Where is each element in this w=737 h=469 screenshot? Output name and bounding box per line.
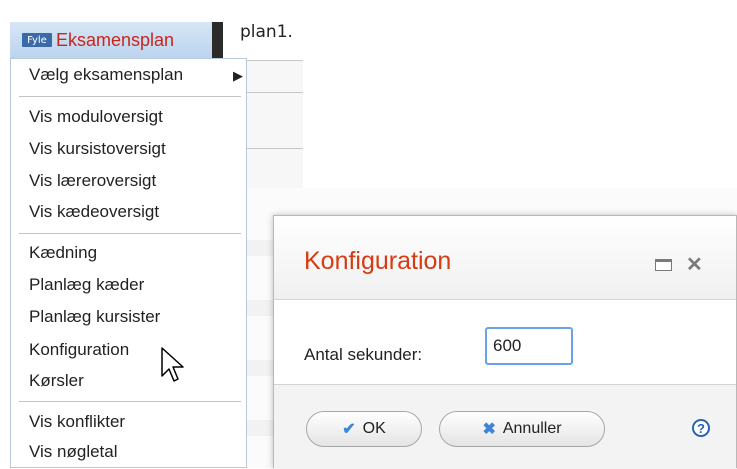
eksamensplan-dropdown-menu: Vælg eksamensplan ▶ Vis moduloversigt Vi…	[10, 58, 247, 468]
close-icon[interactable]: ✕	[686, 252, 703, 277]
submenu-arrow-icon: ▶	[233, 68, 243, 83]
menu-item-planlaeg-kursister[interactable]: Planlæg kursister	[29, 307, 160, 327]
menu-item-konfiguration[interactable]: Konfiguration	[29, 340, 129, 360]
konfiguration-dialog: Konfiguration ✕ Antal sekunder: ✔ OK ✖ A…	[273, 215, 737, 469]
cancel-button[interactable]: ✖ Annuller	[439, 411, 605, 447]
dialog-header: Konfiguration ✕	[274, 216, 736, 300]
eksamensplan-menu-button[interactable]: Fyle Eksamensplan	[10, 22, 223, 58]
menu-separator	[19, 401, 241, 402]
menu-button-edge	[212, 22, 223, 58]
menu-button-label: Eksamensplan	[56, 29, 175, 50]
dialog-footer: ✔ OK ✖ Annuller ?	[274, 384, 736, 469]
antal-sekunder-input[interactable]	[485, 327, 573, 365]
menu-separator	[19, 96, 241, 97]
menu-item-planlaeg-kaeder[interactable]: Planlæg kæder	[29, 275, 144, 295]
check-icon: ✔	[342, 421, 356, 438]
maximize-icon[interactable]	[655, 259, 672, 271]
app-icon: Fyle	[22, 33, 52, 47]
divider	[240, 60, 303, 61]
menu-item-vaelg-eksamensplan[interactable]: Vælg eksamensplan	[29, 65, 183, 85]
menu-item-vis-kaedeoversigt[interactable]: Vis kædeoversigt	[29, 202, 159, 222]
menu-item-vis-laereroversigt[interactable]: Vis læreroversigt	[29, 171, 156, 191]
cancel-button-label: Annuller	[502, 420, 562, 437]
menu-item-vis-noegletal[interactable]: Vis nøgletal	[29, 442, 118, 462]
ok-button[interactable]: ✔ OK	[306, 411, 422, 447]
background-panel	[240, 60, 303, 188]
plan-tab[interactable]: plan1.	[240, 22, 293, 42]
grid-stripe	[247, 360, 273, 376]
help-icon[interactable]: ?	[692, 419, 710, 437]
menu-separator	[19, 233, 241, 234]
menu-item-vis-kursistoversigt[interactable]: Vis kursistoversigt	[29, 139, 166, 159]
dialog-title: Konfiguration	[304, 247, 452, 275]
grid-stripe	[247, 240, 273, 256]
divider	[240, 92, 303, 93]
menu-item-koersler[interactable]: Kørsler	[29, 371, 84, 391]
menu-item-vis-moduloversigt[interactable]: Vis moduloversigt	[29, 107, 163, 127]
cancel-x-icon: ✖	[482, 421, 496, 438]
ok-button-label: OK	[362, 420, 386, 437]
grid-stripe	[247, 420, 273, 436]
menu-item-vis-konflikter[interactable]: Vis konflikter	[29, 412, 125, 432]
divider	[240, 148, 303, 149]
grid-stripe	[247, 300, 273, 316]
menu-item-kaedning[interactable]: Kædning	[29, 243, 97, 263]
antal-sekunder-label: Antal sekunder:	[304, 345, 423, 364]
cursor-icon	[161, 347, 184, 382]
